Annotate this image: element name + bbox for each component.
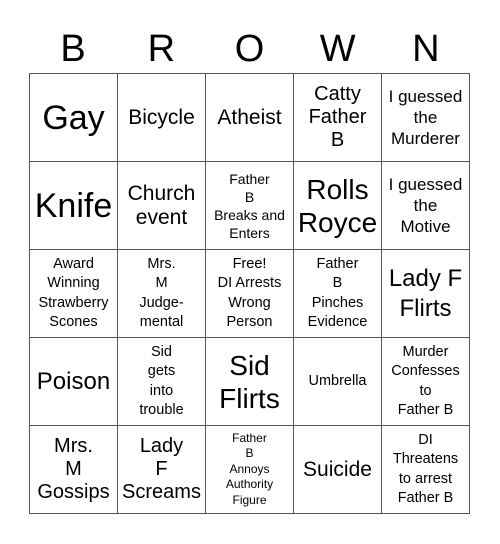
cell-label: Mrs. M Gossips xyxy=(37,435,110,503)
bingo-cell[interactable]: Lady F Flirts xyxy=(382,250,470,338)
cell-label: Lady F Screams xyxy=(122,435,201,503)
bingo-cell[interactable]: Church event xyxy=(118,162,206,250)
bingo-cell[interactable]: Knife xyxy=(30,162,118,250)
header-letter-r: R xyxy=(147,28,176,70)
bingo-cell[interactable]: Mrs. M Gossips xyxy=(30,426,118,514)
cell-label: Atheist xyxy=(217,105,282,129)
cell-label: Knife xyxy=(34,186,113,225)
cell-label: Church event xyxy=(127,181,196,229)
bingo-cell[interactable]: Rolls Royce xyxy=(294,162,382,250)
bingo-cell[interactable]: Father B Pinches Evidence xyxy=(294,250,382,338)
bingo-cell[interactable]: Catty Father B xyxy=(294,74,382,162)
bingo-cell[interactable]: Father B Annoys Authority Figure xyxy=(206,426,294,514)
bingo-header: B R O W N xyxy=(29,26,470,72)
bingo-cell[interactable]: Atheist xyxy=(206,74,294,162)
bingo-cell[interactable]: Father B Breaks and Enters xyxy=(206,162,294,250)
cell-label: Umbrella xyxy=(308,372,367,389)
cell-label: I guessed the Motive xyxy=(388,175,463,236)
cell-label: Mrs. M Judge- mental xyxy=(139,255,184,331)
cell-label: Sid gets into trouble xyxy=(139,343,184,419)
bingo-cell[interactable]: I guessed the Murderer xyxy=(382,74,470,162)
free-space-cell[interactable]: Free! DI Arrests Wrong Person xyxy=(206,250,294,338)
bingo-cell[interactable]: I guessed the Motive xyxy=(382,162,470,250)
cell-label: Rolls Royce xyxy=(297,173,378,238)
header-letter-o: O xyxy=(234,28,265,70)
bingo-cell[interactable]: DI Threatens to arrest Father B xyxy=(382,426,470,514)
cell-label: Lady F Flirts xyxy=(388,264,463,322)
bingo-cell[interactable]: Murder Confesses to Father B xyxy=(382,338,470,426)
cell-label: Award Winning Strawberry Scones xyxy=(38,255,109,331)
cell-label: Bicycle xyxy=(128,105,195,129)
bingo-cell[interactable]: Sid Flirts xyxy=(206,338,294,426)
bingo-cell[interactable]: Award Winning Strawberry Scones xyxy=(30,250,118,338)
cell-label: Suicide xyxy=(303,457,372,481)
bingo-cell[interactable]: Bicycle xyxy=(118,74,206,162)
cell-label: Free! DI Arrests Wrong Person xyxy=(217,255,282,331)
cell-label: Catty Father B xyxy=(308,83,367,151)
cell-label: I guessed the Murderer xyxy=(388,87,463,148)
cell-label: Father B Pinches Evidence xyxy=(307,255,368,331)
bingo-cell[interactable]: Suicide xyxy=(294,426,382,514)
header-letter-n: N xyxy=(412,28,440,70)
bingo-cell[interactable]: Mrs. M Judge- mental xyxy=(118,250,206,338)
bingo-cell[interactable]: Umbrella xyxy=(294,338,382,426)
bingo-grid: Gay Bicycle Atheist Catty Father B I gue… xyxy=(29,73,470,514)
cell-label: DI Threatens to arrest Father B xyxy=(392,431,459,507)
cell-label: Sid Flirts xyxy=(219,349,280,414)
header-letter-w: W xyxy=(319,28,356,70)
bingo-cell[interactable]: Lady F Screams xyxy=(118,426,206,514)
cell-label: Father B Breaks and Enters xyxy=(214,170,285,241)
cell-label: Poison xyxy=(36,367,111,395)
cell-label: Gay xyxy=(42,98,105,137)
bingo-cell[interactable]: Sid gets into trouble xyxy=(118,338,206,426)
header-letter-b: B xyxy=(60,28,86,70)
bingo-cell[interactable]: Poison xyxy=(30,338,118,426)
cell-label: Father B Annoys Authority Figure xyxy=(225,430,274,507)
bingo-cell[interactable]: Gay xyxy=(30,74,118,162)
cell-label: Murder Confesses to Father B xyxy=(391,343,460,419)
